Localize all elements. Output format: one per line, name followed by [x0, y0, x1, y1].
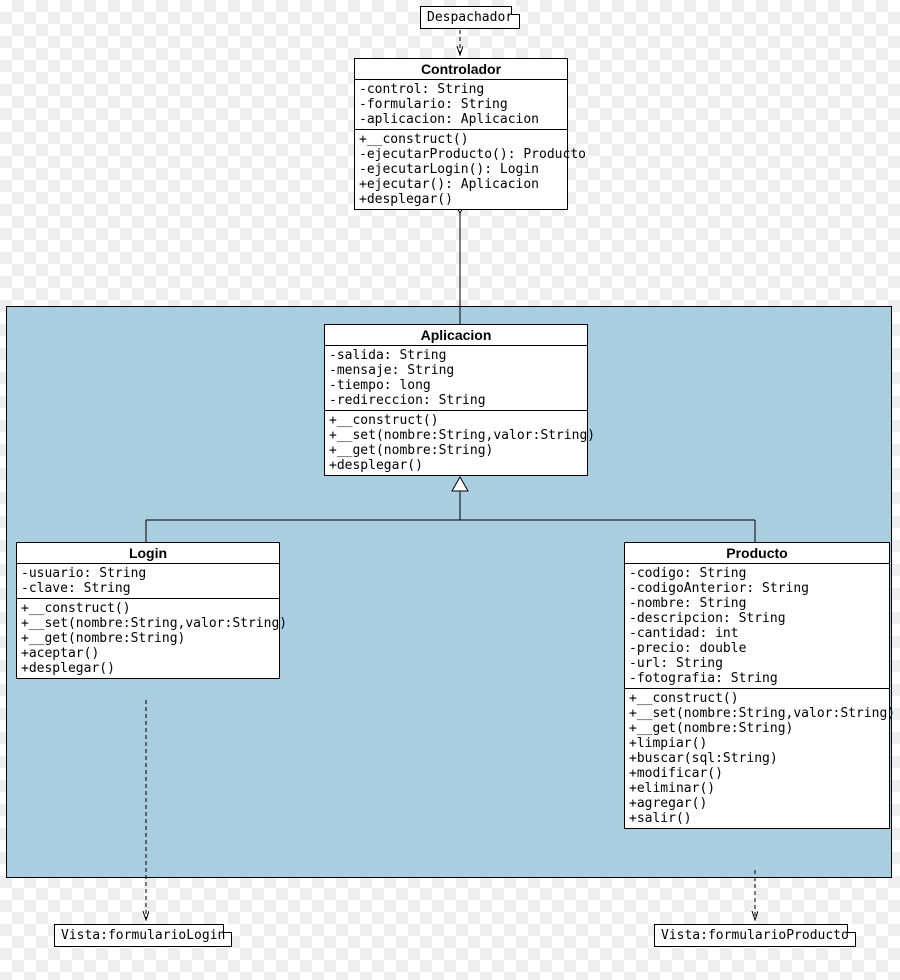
- member-line: +__get(nombre:String): [329, 443, 583, 458]
- member-line: -precio: double: [629, 641, 885, 656]
- class-attributes: -usuario: String-clave: String: [17, 564, 279, 599]
- member-line: +buscar(sql:String): [629, 751, 885, 766]
- member-line: -ejecutarProducto(): Producto: [359, 147, 563, 162]
- member-line: +__construct(): [359, 132, 563, 147]
- member-line: +desplegar(): [329, 458, 583, 473]
- member-line: -codigoAnterior: String: [629, 581, 885, 596]
- class-name: Producto: [625, 543, 889, 564]
- class-operations: +__construct()+__set(nombre:String,valor…: [17, 599, 279, 678]
- member-line: +salir(): [629, 811, 885, 826]
- member-line: -ejecutarLogin(): Login: [359, 162, 563, 177]
- class-controlador: Controlador -control: String-formulario:…: [354, 58, 568, 210]
- class-name: Aplicacion: [325, 325, 587, 346]
- member-line: +__construct(): [629, 691, 885, 706]
- member-line: -salida: String: [329, 348, 583, 363]
- class-producto: Producto -codigo: String-codigoAnterior:…: [624, 542, 890, 829]
- edge-generalization: [146, 477, 755, 542]
- member-line: -fotografia: String: [629, 671, 885, 686]
- class-operations: +__construct()+__set(nombre:String,valor…: [325, 411, 587, 475]
- member-line: -clave: String: [21, 581, 275, 596]
- member-line: +eliminar(): [629, 781, 885, 796]
- class-login: Login -usuario: String-clave: String +__…: [16, 542, 280, 679]
- class-name: Controlador: [355, 59, 567, 80]
- member-line: -cantidad: int: [629, 626, 885, 641]
- class-operations: +__construct()-ejecutarProducto(): Produ…: [355, 130, 567, 209]
- member-line: +__construct(): [329, 413, 583, 428]
- class-aplicacion: Aplicacion -salida: String-mensaje: Stri…: [324, 324, 588, 476]
- member-line: +__get(nombre:String): [21, 631, 275, 646]
- member-line: +__set(nombre:String,valor:String): [629, 706, 885, 721]
- note-vista-login: Vista:formularioLogin: [54, 924, 232, 947]
- class-attributes: -salida: String-mensaje: String-tiempo: …: [325, 346, 587, 411]
- member-line: -aplicacion: Aplicacion: [359, 112, 563, 127]
- member-line: -mensaje: String: [329, 363, 583, 378]
- note-vista-producto: Vista:formularioProducto: [654, 924, 856, 947]
- member-line: +__set(nombre:String,valor:String): [21, 616, 275, 631]
- member-line: -usuario: String: [21, 566, 275, 581]
- member-line: +limpiar(): [629, 736, 885, 751]
- member-line: +desplegar(): [21, 661, 275, 676]
- note-label: Vista:formularioLogin: [61, 928, 225, 943]
- class-attributes: -control: String-formulario: String-apli…: [355, 80, 567, 130]
- note-label: Despachador: [427, 10, 513, 25]
- member-line: +agregar(): [629, 796, 885, 811]
- member-line: +ejecutar(): Aplicacion: [359, 177, 563, 192]
- member-line: +__construct(): [21, 601, 275, 616]
- member-line: -redireccion: String: [329, 393, 583, 408]
- member-line: +modificar(): [629, 766, 885, 781]
- class-operations: +__construct()+__set(nombre:String,valor…: [625, 689, 889, 828]
- member-line: -descripcion: String: [629, 611, 885, 626]
- member-line: -url: String: [629, 656, 885, 671]
- member-line: +__set(nombre:String,valor:String): [329, 428, 583, 443]
- member-line: -tiempo: long: [329, 378, 583, 393]
- member-line: +desplegar(): [359, 192, 563, 207]
- member-line: +__get(nombre:String): [629, 721, 885, 736]
- class-attributes: -codigo: String-codigoAnterior: String-n…: [625, 564, 889, 689]
- member-line: -nombre: String: [629, 596, 885, 611]
- class-name: Login: [17, 543, 279, 564]
- note-label: Vista:formularioProducto: [661, 928, 849, 943]
- member-line: -control: String: [359, 82, 563, 97]
- member-line: -codigo: String: [629, 566, 885, 581]
- member-line: +aceptar(): [21, 646, 275, 661]
- note-despachador: Despachador: [420, 6, 520, 29]
- member-line: -formulario: String: [359, 97, 563, 112]
